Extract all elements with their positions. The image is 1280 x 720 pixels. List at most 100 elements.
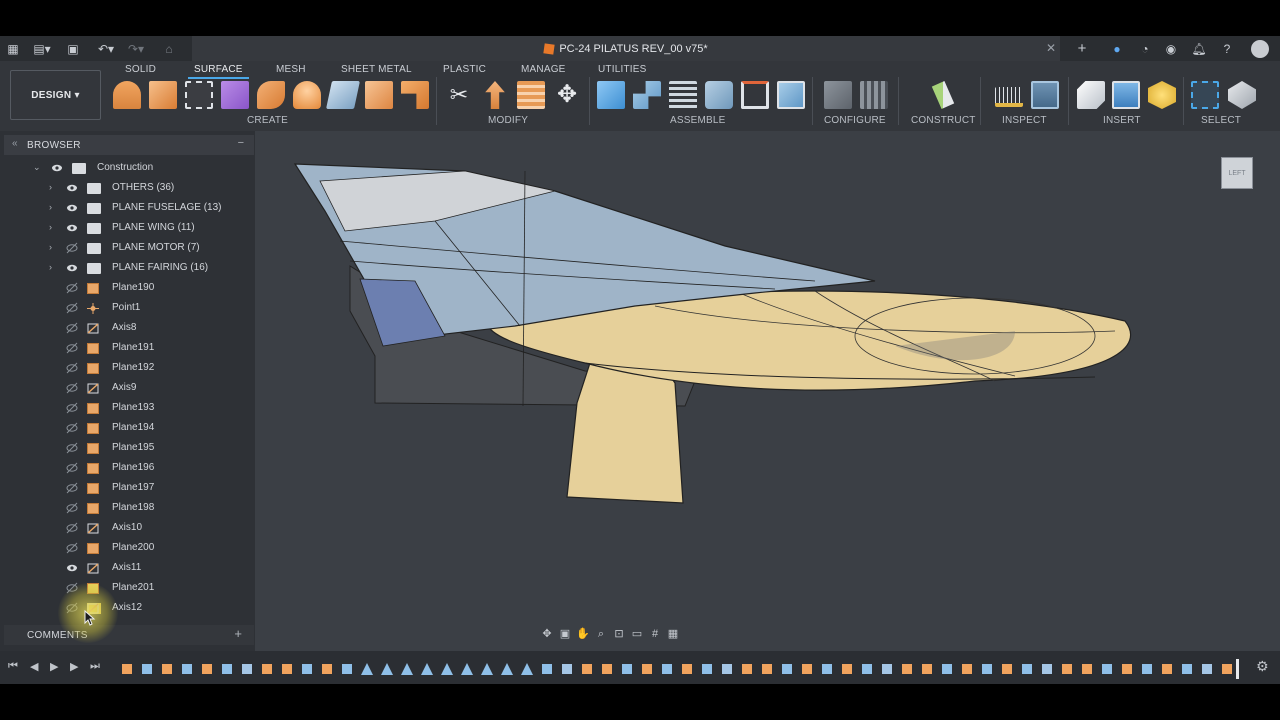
- expand-chevron-icon[interactable]: ⌄: [33, 162, 41, 173]
- timeline-feature-icon[interactable]: [941, 663, 953, 675]
- visibility-off-icon[interactable]: [66, 342, 78, 354]
- avatar[interactable]: [1251, 40, 1269, 58]
- browser-item-row[interactable]: Plane192: [0, 358, 255, 378]
- help-icon[interactable]: ?: [1220, 40, 1234, 57]
- new-component-icon[interactable]: [597, 81, 625, 109]
- timeline-feature-icon[interactable]: [641, 663, 653, 675]
- home-icon[interactable]: ⌂: [162, 40, 176, 57]
- timeline-feature-icon[interactable]: [1221, 663, 1233, 675]
- browser-folder-row[interactable]: › OTHERS (36): [0, 178, 255, 198]
- visibility-on-icon[interactable]: [66, 262, 78, 274]
- group-create[interactable]: CREATE: [247, 115, 288, 126]
- redo-icon[interactable]: ↷▾: [124, 40, 148, 57]
- configuration-table-icon[interactable]: [860, 81, 888, 109]
- timeline-feature-icon[interactable]: [721, 663, 733, 675]
- extend-icon[interactable]: [485, 81, 505, 109]
- group-select[interactable]: SELECT: [1201, 115, 1241, 126]
- grid-settings-icon[interactable]: #: [648, 628, 662, 640]
- timeline-feature-icon[interactable]: [221, 663, 233, 675]
- fit-icon[interactable]: ⊡: [612, 628, 626, 640]
- tab-utilities[interactable]: UTILITIES: [598, 64, 646, 75]
- timeline-feature-icon[interactable]: [161, 663, 173, 675]
- visibility-off-icon[interactable]: [66, 522, 78, 534]
- timeline-feature-icon[interactable]: [861, 663, 873, 675]
- timeline-feature-icon[interactable]: [301, 663, 313, 675]
- timeline-feature-icon[interactable]: [1061, 663, 1073, 675]
- timeline-feature-icon[interactable]: [261, 663, 273, 675]
- visibility-off-icon[interactable]: [66, 302, 78, 314]
- visibility-on-icon[interactable]: [66, 202, 78, 214]
- extensions-icon[interactable]: ●: [1110, 40, 1124, 57]
- look-at-icon[interactable]: ▣: [558, 628, 572, 640]
- tab-solid[interactable]: SOLID: [125, 64, 156, 75]
- comments-panel[interactable]: COMMENTS +: [4, 625, 254, 645]
- rigid-group-icon[interactable]: [741, 81, 769, 109]
- timeline-feature-icon[interactable]: [821, 663, 833, 675]
- undo-icon[interactable]: ↶▾: [94, 40, 118, 57]
- create-sketch-icon[interactable]: [185, 81, 213, 109]
- collapse-chevron-icon[interactable]: ›: [49, 262, 52, 272]
- timeline-feature-icon[interactable]: [421, 663, 433, 675]
- workspace-switcher[interactable]: DESIGN ▾: [10, 70, 101, 120]
- timeline-feature-icon[interactable]: [1201, 663, 1213, 675]
- timeline-feature-icon[interactable]: [461, 663, 473, 675]
- visibility-off-icon[interactable]: [66, 442, 78, 454]
- visibility-off-icon[interactable]: [66, 422, 78, 434]
- timeline-feature-icon[interactable]: [741, 663, 753, 675]
- timeline-feature-icon[interactable]: [241, 663, 253, 675]
- browser-folder-row[interactable]: › PLANE WING (11): [0, 218, 255, 238]
- offset-icon[interactable]: [365, 81, 393, 109]
- collapse-chevron-icon[interactable]: ›: [49, 202, 52, 212]
- browser-item-row[interactable]: Plane193: [0, 398, 255, 418]
- timeline-feature-icon[interactable]: [1121, 663, 1133, 675]
- stitch-icon[interactable]: [517, 81, 545, 109]
- viewcube[interactable]: LEFT: [1221, 157, 1253, 189]
- thicken-icon[interactable]: [401, 81, 429, 109]
- timeline-feature-icon[interactable]: [901, 663, 913, 675]
- timeline-feature-icon[interactable]: [181, 663, 193, 675]
- viewports-icon[interactable]: ▦: [666, 628, 680, 640]
- visibility-off-icon[interactable]: [66, 542, 78, 554]
- visibility-off-icon[interactable]: [66, 402, 78, 414]
- settings-gear-icon[interactable]: ⚙: [1256, 658, 1269, 675]
- revolve-icon[interactable]: [257, 81, 285, 109]
- timeline-feature-icon[interactable]: [781, 663, 793, 675]
- browser-item-row[interactable]: Axis8: [0, 318, 255, 338]
- collapse-chevron-icon[interactable]: ›: [49, 242, 52, 252]
- collapse-chevron-icon[interactable]: ›: [49, 182, 52, 192]
- timeline-feature-icon[interactable]: [561, 663, 573, 675]
- visibility-off-icon[interactable]: [66, 282, 78, 294]
- insert-derive-icon[interactable]: [1077, 81, 1105, 109]
- zoom-icon[interactable]: ⌕: [594, 628, 608, 640]
- timeline-feature-icon[interactable]: [381, 663, 393, 675]
- timeline-feature-icon[interactable]: [661, 663, 673, 675]
- timeline-feature-icon[interactable]: [681, 663, 693, 675]
- browser-item-row[interactable]: Plane191: [0, 338, 255, 358]
- timeline-marker[interactable]: [1236, 659, 1239, 679]
- visibility-off-icon[interactable]: [66, 382, 78, 394]
- graphics-viewport[interactable]: LEFT ✥ ▣ ✋ ⌕ ⊡ ▭ # ▦: [255, 131, 1280, 651]
- timeline-feature-icon[interactable]: [1181, 663, 1193, 675]
- visibility-on-icon[interactable]: [66, 562, 78, 574]
- browser-item-row[interactable]: Plane201: [0, 578, 255, 598]
- new-tab-icon[interactable]: +: [1075, 40, 1089, 57]
- timeline-feature-icon[interactable]: [921, 663, 933, 675]
- timeline-feature-icon[interactable]: [541, 663, 553, 675]
- collapse-chevron-icon[interactable]: ›: [49, 222, 52, 232]
- grid-icon[interactable]: ▦: [6, 40, 20, 57]
- document-tab[interactable]: PC-24 PILATUS REV_00 v75* ✕: [192, 36, 1060, 61]
- add-comment-icon[interactable]: +: [234, 626, 242, 641]
- visibility-off-icon[interactable]: [66, 362, 78, 374]
- job-status-icon[interactable]: ◔: [1138, 40, 1152, 57]
- browser-item-row[interactable]: Point1: [0, 298, 255, 318]
- interference-icon[interactable]: [1031, 81, 1059, 109]
- drive-joints-icon[interactable]: [777, 81, 805, 109]
- browser-item-row[interactable]: Plane195: [0, 438, 255, 458]
- extrude-surface-icon[interactable]: [113, 81, 141, 109]
- timeline-feature-icon[interactable]: [1141, 663, 1153, 675]
- timeline-feature-icon[interactable]: [1041, 663, 1053, 675]
- create-form-icon[interactable]: [221, 81, 249, 109]
- browser-item-row[interactable]: Plane200: [0, 538, 255, 558]
- minimize-icon[interactable]: −: [238, 137, 244, 149]
- model-canvas[interactable]: [255, 131, 1280, 651]
